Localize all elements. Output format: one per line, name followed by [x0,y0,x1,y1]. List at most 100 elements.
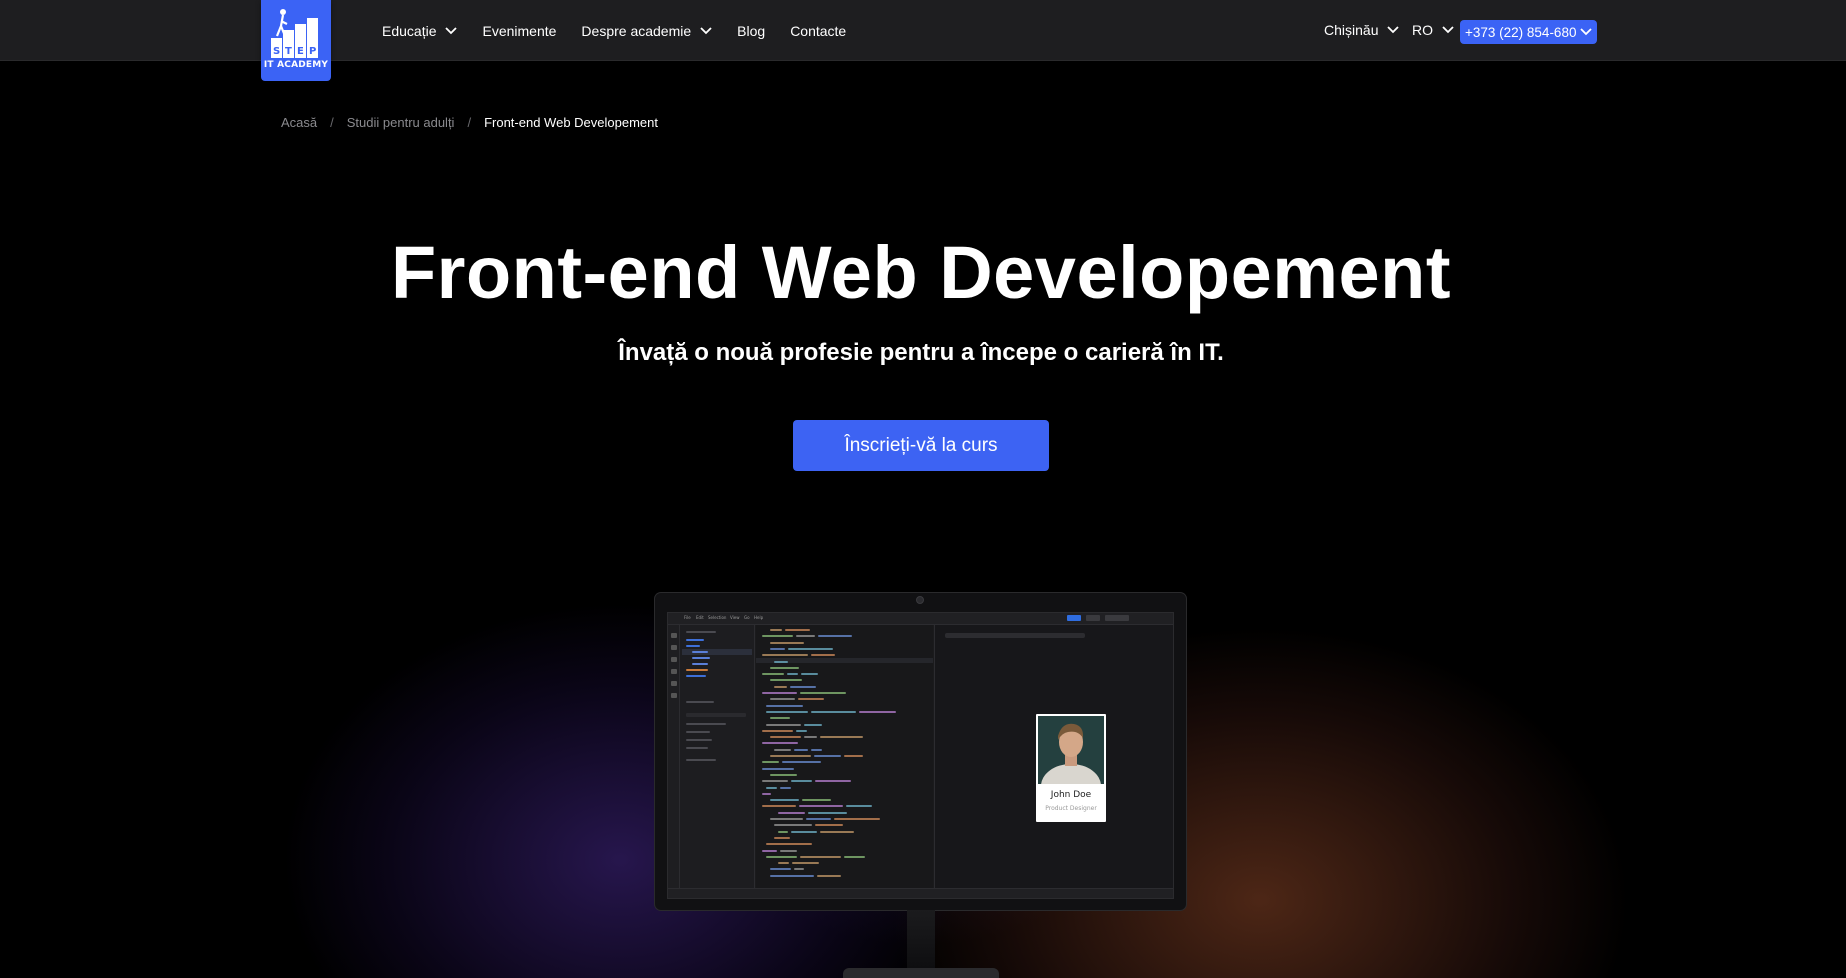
nav-item-contacte[interactable]: Contacte [790,23,846,39]
nav-item-blog[interactable]: Blog [737,23,765,39]
code-line [804,723,822,726]
code-line [762,792,771,795]
code-line [762,654,808,657]
site-header: S T E P IT ACADEMY Educație Evenimente D… [0,0,1846,81]
city-label: Chișinău [1324,22,1379,38]
code-line [778,830,788,833]
code-line [804,736,817,739]
code-line [794,748,808,751]
step-it-academy-logo[interactable]: S T E P IT ACADEMY [261,0,331,81]
chevron-down-icon [1442,26,1454,34]
code-line [834,818,880,820]
code-line [770,874,814,877]
code-line [844,755,863,757]
code-line [778,862,789,865]
chevron-down-icon [1580,28,1592,36]
breadcrumb-separator: / [330,115,334,130]
code-line [762,767,794,770]
code-line [774,748,791,751]
editor-menubar: File Edit Selection View Go Help [668,613,1173,625]
code-line [820,830,854,833]
code-line [785,629,810,631]
phone-number: +373 (22) 854-680 [1465,24,1577,40]
code-line [770,736,801,739]
profile-card: John Doe Product Designer [1036,714,1106,822]
code-line [762,673,784,676]
code-line [770,698,795,701]
code-line [800,855,841,858]
code-line [770,773,797,776]
monitor-stand-base [843,968,999,978]
code-line [770,666,799,669]
code-line [762,742,798,745]
breadcrumb-separator: / [467,115,472,130]
nav-item-label: Educație [382,22,437,39]
code-line [770,679,802,682]
code-line [766,723,801,726]
webcam-icon [916,596,924,604]
code-line [791,780,812,783]
profile-photo [1038,716,1104,784]
code-line [814,755,841,757]
nav-item-label: Blog [737,22,766,39]
nav-item-label: Despre academie [581,22,692,39]
svg-text:S: S [273,46,280,57]
language-selector[interactable]: RO [1412,22,1454,38]
code-line [811,748,822,751]
breadcrumb-home-link[interactable]: Acasă [281,115,317,130]
page-subtitle: Învață o nouă profesie pentru a începe o… [618,339,1224,366]
code-line [796,635,815,638]
code-line [766,786,777,789]
city-selector[interactable]: Chișinău [1324,22,1400,38]
breadcrumb-current: Front-end Web Developement [484,115,658,130]
code-line [799,805,843,808]
language-label: RO [1412,22,1433,38]
svg-text:T: T [285,46,292,57]
code-line [808,811,847,814]
nav-item-label: Contacte [790,22,847,39]
code-line [801,673,818,676]
chevron-down-icon [1387,26,1400,34]
code-line [811,654,835,657]
code-line [762,692,797,694]
code-line [806,818,831,820]
nav-item-despre-academie[interactable]: Despre academie [581,23,712,39]
code-line [766,843,812,846]
code-line [796,729,807,732]
code-line [770,818,803,820]
breadcrumb-section-link[interactable]: Studii pentru adulți [347,115,455,130]
chevron-down-icon [445,26,458,34]
code-line [762,780,788,783]
editor-statusbar [668,888,1173,898]
code-line [792,862,819,865]
code-line [762,805,796,808]
code-line [774,824,812,827]
nav-item-evenimente[interactable]: Evenimente [482,23,556,39]
editor-code-pane: (function(){ var pane = document.current… [756,625,933,890]
nav-item-educatie[interactable]: Educație [382,22,458,39]
code-line [766,855,797,858]
code-line [802,799,831,802]
code-line [817,874,841,877]
phone-dropdown-button[interactable]: +373 (22) 854-680 [1460,20,1597,44]
code-line [790,685,816,688]
code-line [762,849,777,852]
code-line [770,629,782,631]
code-line [770,868,791,871]
enroll-button[interactable]: Înscrieți-vă la curs [793,420,1049,471]
profile-name: John Doe [1050,790,1092,800]
page-title: Front-end Web Developement [390,231,1452,314]
profile-role: Product Designer [1045,805,1097,812]
code-line [818,635,852,638]
nav-item-label: Evenimente [482,22,557,39]
code-line [788,647,833,650]
code-line [762,729,793,732]
svg-text:P: P [309,46,316,57]
logo-caption: IT ACADEMY [263,60,329,70]
code-line [815,780,851,783]
code-line [811,710,856,713]
code-line [778,811,805,814]
code-line [766,704,803,707]
code-line [815,824,843,827]
code-line [780,849,797,852]
